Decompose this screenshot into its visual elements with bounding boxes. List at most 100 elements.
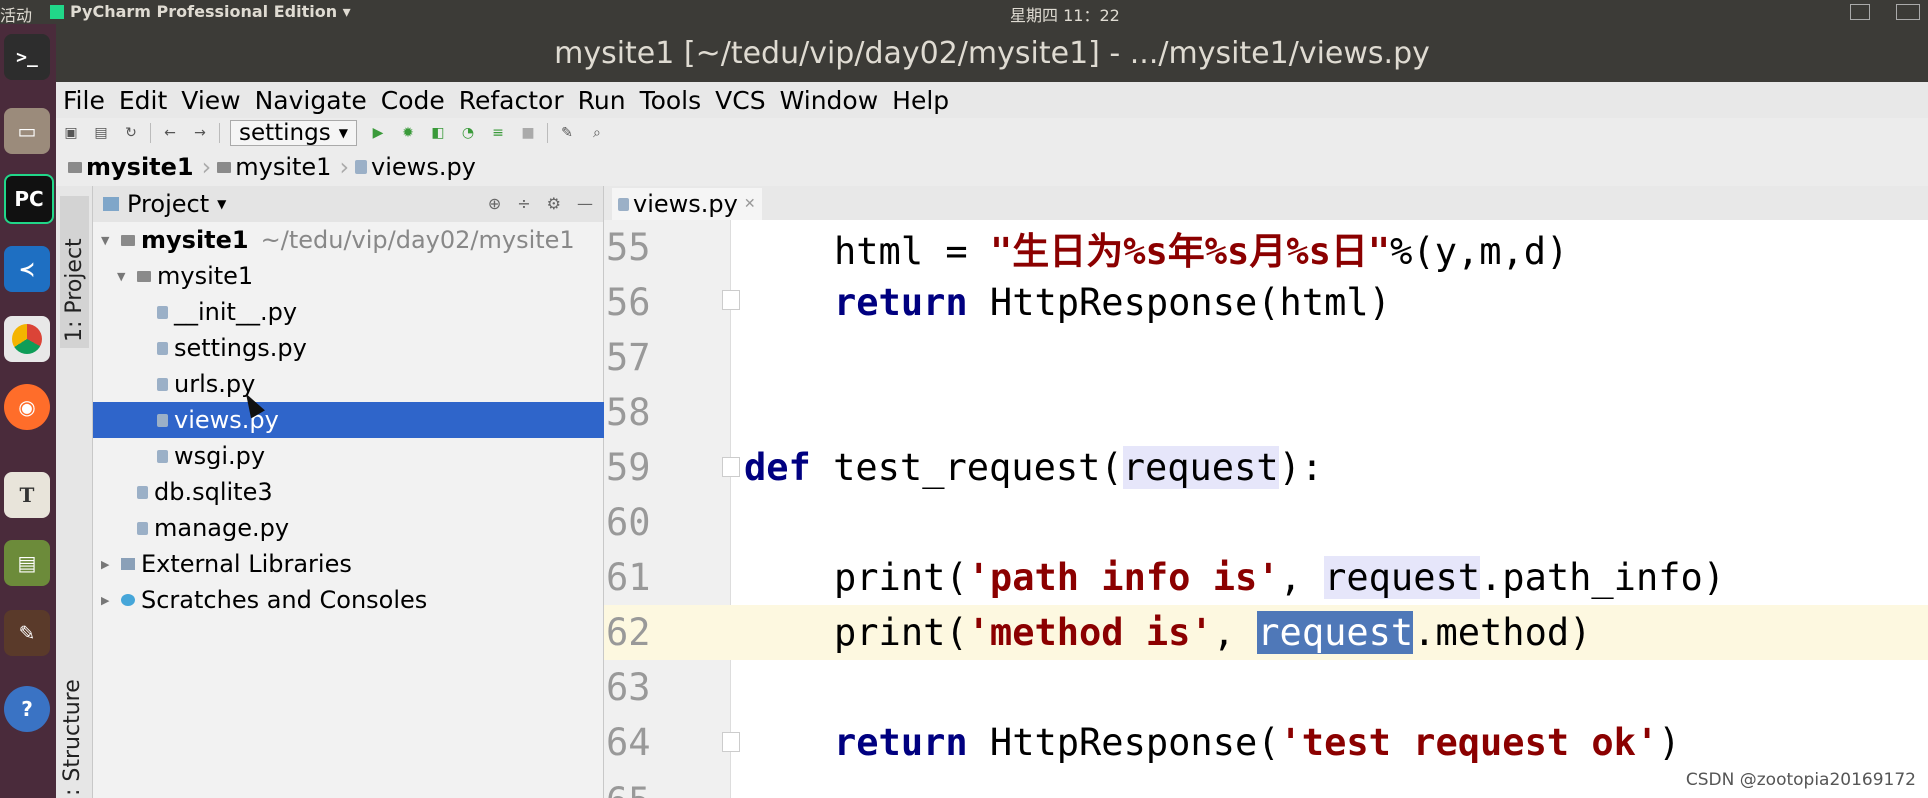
toolbar-divider [546, 123, 548, 143]
code-text: def test_request(request): [744, 446, 1323, 489]
code-line[interactable]: 56 return HttpResponse(html) [0, 275, 1928, 330]
terminal-icon[interactable]: >_ [4, 34, 50, 80]
gear-icon[interactable]: ⚙ [547, 194, 561, 213]
fold-marker-icon[interactable] [722, 457, 740, 477]
sync-icon[interactable]: ↻ [122, 124, 140, 142]
concurrency-icon[interactable]: ≡ [489, 124, 507, 142]
line-number: 61 [606, 556, 651, 599]
app-menu-label: PyCharm Professional Edition ▾ [70, 2, 351, 21]
menu-refactor[interactable]: Refactor [459, 86, 564, 115]
code-text: return HttpResponse(html) [834, 281, 1391, 324]
line-number: 60 [606, 501, 651, 544]
code-token: ) [1658, 721, 1681, 764]
line-number: 56 [606, 281, 651, 324]
code-token: HttpResponse(html) [967, 281, 1391, 324]
hide-icon[interactable]: — [577, 194, 593, 213]
fold-marker-icon[interactable] [722, 290, 740, 310]
app-menu[interactable]: PyCharm Professional Edition ▾ [50, 2, 351, 21]
code-line[interactable]: 59 def test_request(request): [0, 440, 1928, 495]
menu-view[interactable]: View [181, 86, 240, 115]
project-header-actions: ⊕ ÷ ⚙ — [488, 194, 593, 213]
code-line[interactable]: 55 html = "生日为%s年%s月%s日"%(y,m,d) [0, 220, 1928, 275]
line-number: 65 [606, 780, 676, 798]
menu-run[interactable]: Run [578, 86, 626, 115]
chevron-down-icon[interactable]: ▼ [217, 197, 226, 211]
menu-bar: File Edit View Navigate Code Refactor Ru… [56, 82, 1928, 118]
code-text: return HttpResponse('test request ok') [834, 721, 1681, 764]
editor-tab-views[interactable]: views.py ✕ [612, 188, 762, 223]
code-line[interactable]: 60 [0, 495, 1928, 550]
back-icon[interactable]: ← [161, 124, 179, 142]
menu-code[interactable]: Code [381, 86, 445, 115]
settings-wrench-icon[interactable]: ✎ [558, 124, 576, 142]
breadcrumb-separator: › [339, 153, 350, 181]
breadcrumb-folder[interactable]: mysite1 [217, 153, 331, 181]
keyboard-icon[interactable] [1850, 4, 1870, 20]
profile-icon[interactable]: ◔ [459, 124, 477, 142]
menu-navigate[interactable]: Navigate [255, 86, 367, 115]
breadcrumb-project[interactable]: mysite1 [68, 153, 194, 181]
code-line[interactable]: 61 print('path info is', request.path_in… [0, 550, 1928, 605]
python-file-icon [355, 160, 368, 174]
run-config-select[interactable]: settings ▼ [230, 120, 357, 146]
code-token: , [1212, 611, 1258, 654]
menu-tools[interactable]: Tools [640, 86, 702, 115]
menu-edit[interactable]: Edit [119, 86, 167, 115]
watermark: CSDN @zootopia20169172 [1685, 770, 1916, 790]
menu-window[interactable]: Window [780, 86, 879, 115]
code-line-current[interactable]: 62 print('method is', request.method) [0, 605, 1928, 660]
search-icon[interactable]: ⌕ [588, 124, 606, 142]
activities-button[interactable]: 活动 [0, 2, 32, 26]
string-literal: 'path info is' [967, 556, 1280, 599]
code-line[interactable]: 57 [0, 330, 1928, 385]
code-token: , [1279, 556, 1325, 599]
open-folder-icon[interactable]: ▣ [62, 124, 80, 142]
forward-icon[interactable]: → [191, 124, 209, 142]
stop-icon[interactable]: ■ [519, 124, 537, 142]
code-token: ): [1278, 446, 1324, 489]
code-line[interactable]: 64 return HttpResponse('test request ok'… [0, 715, 1928, 770]
locate-icon[interactable]: ⊕ [488, 194, 501, 213]
collapse-all-icon[interactable]: ÷ [517, 194, 530, 213]
project-panel-header: Project ▼ ⊕ ÷ ⚙ — [93, 186, 603, 222]
menu-file[interactable]: File [63, 86, 105, 115]
battery-icon[interactable] [1896, 4, 1920, 20]
line-number: 64 [606, 721, 651, 764]
coverage-icon[interactable]: ◧ [429, 124, 447, 142]
code-text: html = "生日为%s年%s月%s日"%(y,m,d) [834, 221, 1568, 275]
pycharm-icon[interactable]: PC [4, 174, 54, 224]
code-token: html = [834, 229, 990, 273]
clock[interactable]: 星期四 11：22 [1010, 2, 1120, 26]
run-config-label: settings [239, 120, 331, 146]
python-file-icon [618, 197, 629, 211]
menu-help[interactable]: Help [892, 86, 949, 115]
window-title: mysite1 [~/tedu/vip/day02/mysite1] - ...… [56, 24, 1928, 82]
code-token: %(y,m,d) [1390, 229, 1569, 273]
code-line[interactable]: 58 [0, 385, 1928, 440]
breadcrumb-file[interactable]: views.py [355, 153, 476, 181]
line-number: 62 [606, 611, 651, 654]
breadcrumb-project-label: mysite1 [86, 153, 194, 181]
project-view-select[interactable]: Project [127, 190, 209, 218]
code-token: test_request( [810, 446, 1123, 489]
code-token: .path_info) [1480, 556, 1726, 599]
save-all-icon[interactable]: ▤ [92, 124, 110, 142]
fold-marker-icon[interactable] [722, 732, 740, 752]
run-icon[interactable]: ▶ [369, 124, 387, 142]
keyword: return [834, 721, 968, 764]
code-text: print('path info is', request.path_info) [834, 556, 1725, 599]
debug-icon[interactable]: ✹ [399, 124, 417, 142]
string-literal: 'method is' [967, 611, 1213, 654]
menu-vcs[interactable]: VCS [715, 86, 765, 115]
close-icon[interactable]: ✕ [744, 196, 756, 212]
os-top-panel: 活动 PyCharm Professional Edition ▾ 星期四 11… [0, 0, 1928, 26]
editor-tab-label: views.py [633, 190, 738, 218]
chevron-down-icon: ▼ [338, 126, 348, 140]
line-number: 63 [606, 666, 651, 709]
code-line[interactable]: 65 [0, 770, 1928, 798]
breadcrumb-file-label: views.py [371, 153, 476, 181]
files-icon[interactable]: ▭ [4, 108, 50, 154]
code-line[interactable]: 63 [0, 660, 1928, 715]
line-number: 55 [606, 226, 651, 269]
project-view-icon [103, 197, 119, 211]
